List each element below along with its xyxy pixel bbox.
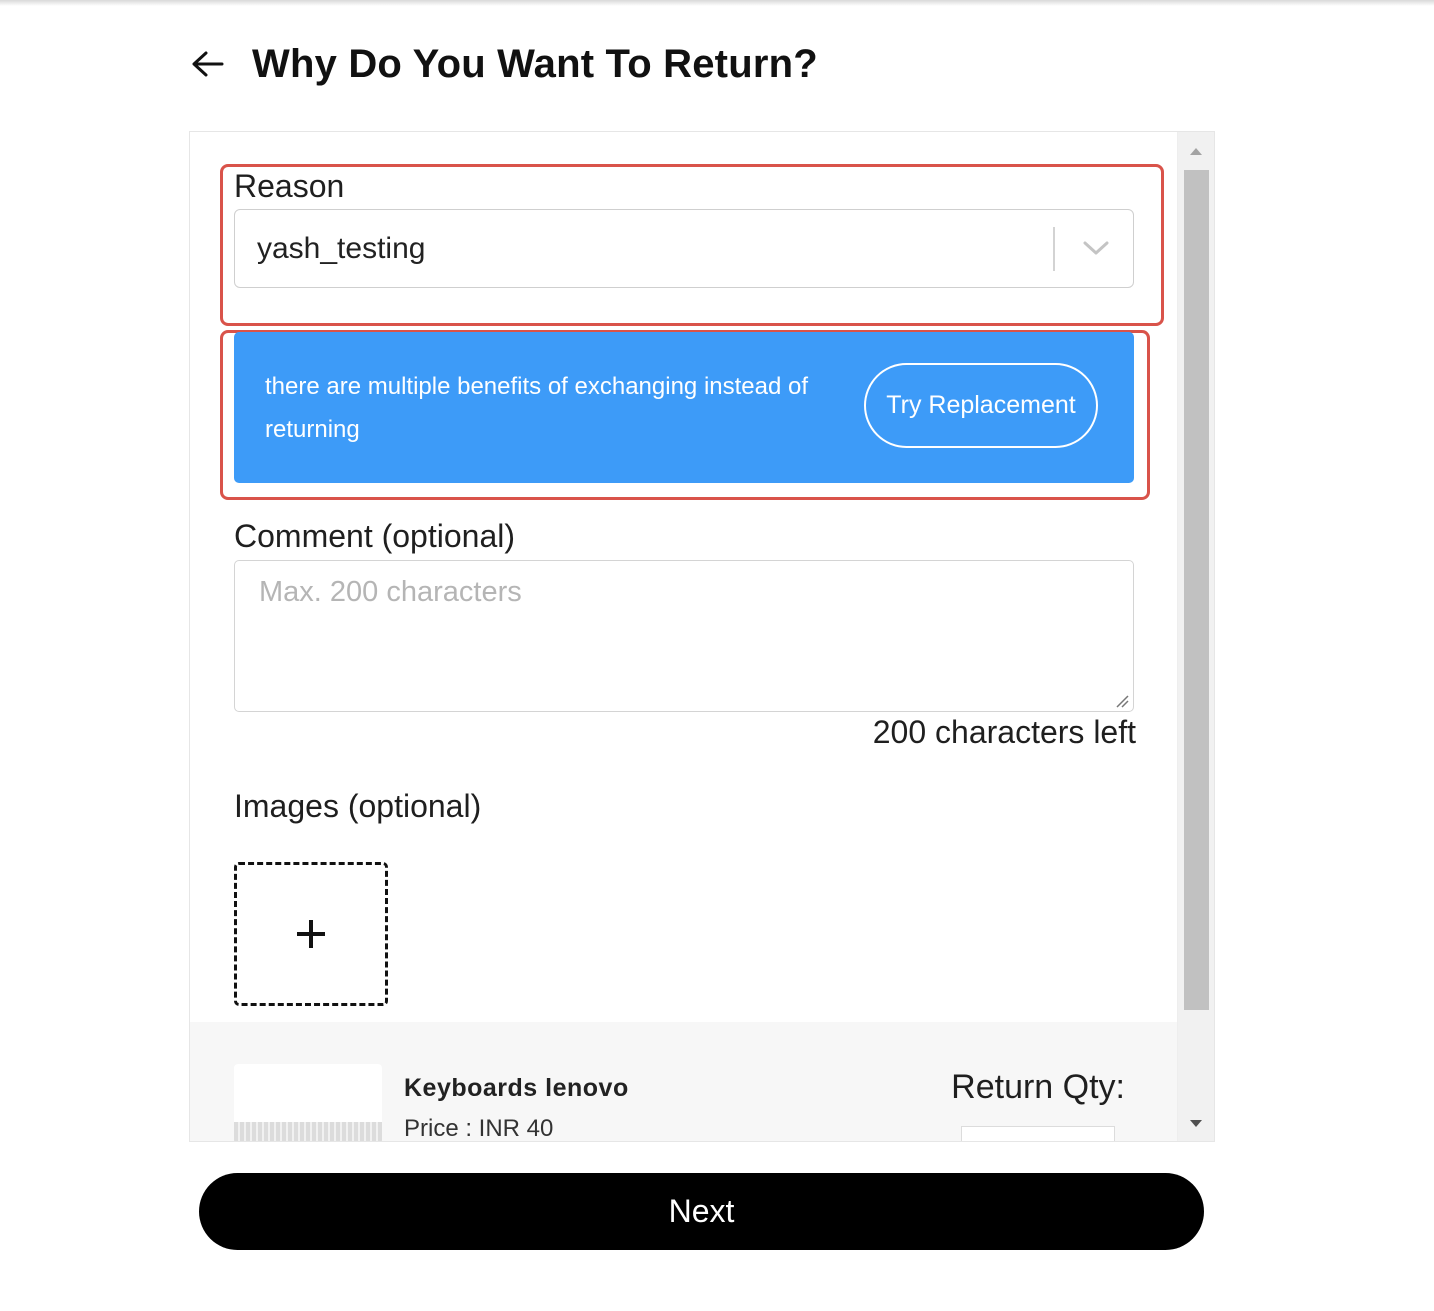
page-title: Why Do You Want To Return? xyxy=(252,41,818,86)
scrollbar[interactable] xyxy=(1177,132,1214,1141)
reason-select[interactable]: yash_testing xyxy=(234,209,1134,288)
product-row: Keyboards lenovo Price : INR 40 Return Q… xyxy=(190,1022,1177,1142)
back-button[interactable] xyxy=(190,44,230,84)
product-price: Price : INR 40 xyxy=(404,1115,554,1142)
scrollbar-thumb[interactable] xyxy=(1184,170,1209,1010)
reason-selected-value: yash_testing xyxy=(257,232,426,265)
comment-textarea[interactable]: Max. 200 characters xyxy=(234,560,1134,712)
images-label: Images (optional) xyxy=(234,788,482,824)
return-qty-input[interactable] xyxy=(961,1126,1115,1141)
plus-icon xyxy=(297,920,325,948)
comment-placeholder: Max. 200 characters xyxy=(259,576,522,608)
product-name: Keyboards lenovo xyxy=(404,1074,629,1102)
resize-handle-icon[interactable] xyxy=(1113,692,1129,708)
arrow-left-icon xyxy=(192,51,224,77)
scroll-up-arrow-icon[interactable] xyxy=(1190,148,1202,155)
replacement-banner: there are multiple benefits of exchangin… xyxy=(234,332,1134,483)
return-form-panel: Reason yash_testing there are multiple b… xyxy=(189,131,1215,1142)
next-button[interactable]: Next xyxy=(199,1173,1204,1250)
reason-label: Reason xyxy=(234,168,345,204)
top-shadow xyxy=(0,0,1434,6)
comment-label: Comment (optional) xyxy=(234,518,515,554)
scroll-down-arrow-icon[interactable] xyxy=(1190,1120,1202,1127)
return-qty-label: Return Qty: xyxy=(951,1068,1125,1106)
add-image-button[interactable] xyxy=(234,862,388,1006)
chars-left-counter: 200 characters left xyxy=(872,714,1136,750)
page-header: Why Do You Want To Return? xyxy=(190,36,818,92)
select-separator xyxy=(1053,227,1055,271)
try-replacement-button[interactable]: Try Replacement xyxy=(864,363,1098,448)
keyboard-image xyxy=(234,1122,382,1141)
chevron-down-icon[interactable] xyxy=(1081,236,1111,260)
banner-message: there are multiple benefits of exchangin… xyxy=(265,373,809,443)
product-thumbnail xyxy=(234,1064,382,1141)
